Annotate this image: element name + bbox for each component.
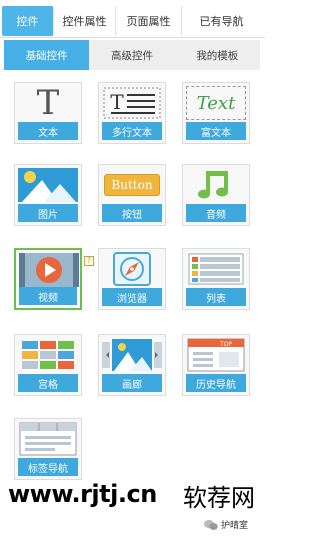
tab-existing-navigation[interactable]: 已有导航 (182, 6, 261, 36)
rich-text-icon: Text (186, 86, 246, 120)
tile-label: 标签导航 (18, 458, 78, 476)
wechat-badge: 护晴室 (204, 518, 248, 531)
tile-label: 富文本 (186, 122, 246, 140)
sub-tab-bar: 基础控件 高级控件 我的模板 (4, 40, 260, 70)
tile-label: 图片 (18, 204, 78, 222)
tile-video[interactable]: 视频 (14, 248, 82, 310)
tile-label: 视频 (19, 287, 77, 305)
tile-button[interactable]: Button 按钮 (98, 164, 166, 226)
tile-label: 多行文本 (102, 122, 162, 140)
list-icon (186, 252, 246, 286)
wechat-account-name: 护晴室 (221, 521, 249, 531)
wechat-icon (204, 519, 218, 530)
button-icon: Button (102, 168, 162, 202)
multiline-text-icon: T (102, 86, 162, 120)
tab-page-properties[interactable]: 页面属性 (116, 5, 182, 36)
subtab-advanced-controls[interactable]: 高级控件 (89, 40, 174, 70)
compass-icon (102, 252, 162, 286)
tile-label: 历史导航 (186, 374, 246, 392)
tile-label: 浏览器 (102, 288, 162, 306)
tile-tab-navigation[interactable]: 标签导航 (14, 418, 82, 480)
tab-controls[interactable]: 控件 (2, 5, 54, 36)
tile-label: 文本 (18, 122, 78, 140)
tile-label: 画廊 (102, 374, 162, 392)
tile-label: 音频 (186, 204, 246, 222)
text-glyph: T (36, 83, 60, 123)
gallery-icon (102, 338, 162, 372)
subtab-my-templates[interactable]: 我的模板 (175, 40, 260, 70)
tile-image[interactable]: 图片 (14, 164, 82, 226)
text-icon: T (18, 86, 78, 120)
video-icon (19, 253, 79, 287)
top-label: TOP (220, 341, 233, 348)
music-note-icon (186, 168, 246, 202)
tile-audio[interactable]: 音频 (182, 164, 250, 226)
tile-multiline-text[interactable]: T 多行文本 (98, 82, 166, 144)
tile-gallery[interactable]: 画廊 (98, 334, 166, 396)
tile-list[interactable]: 列表 (182, 248, 250, 310)
svg-text:T: T (110, 90, 124, 114)
history-navigation-icon: TOP (186, 338, 246, 372)
rich-text-glyph: Text (196, 92, 236, 114)
top-tab-bar: 控件 控件属性 页面属性 已有导航 (0, 0, 265, 38)
tab-navigation-icon (18, 422, 78, 456)
tile-label: 列表 (186, 288, 246, 306)
button-glyph: Button (104, 174, 160, 196)
tile-text[interactable]: T 文本 (14, 82, 82, 144)
image-icon (18, 168, 78, 202)
watermark-site: 软荐网 (183, 484, 255, 512)
subtab-basic-controls[interactable]: 基础控件 (4, 40, 90, 70)
help-icon[interactable]: ? (84, 256, 94, 266)
tile-rich-text[interactable]: Text 富文本 (182, 82, 250, 144)
tile-label: 按钮 (102, 204, 162, 222)
tile-history-navigation[interactable]: TOP 历史导航 (182, 334, 250, 396)
tile-browser[interactable]: 浏览器 (98, 248, 166, 310)
tab-control-properties[interactable]: 控件属性 (54, 5, 116, 36)
grid-icon (18, 338, 78, 372)
tile-label: 宫格 (18, 374, 78, 392)
watermark-url: www.rjtj.cn (8, 480, 157, 508)
tile-grid[interactable]: 宫格 (14, 334, 82, 396)
